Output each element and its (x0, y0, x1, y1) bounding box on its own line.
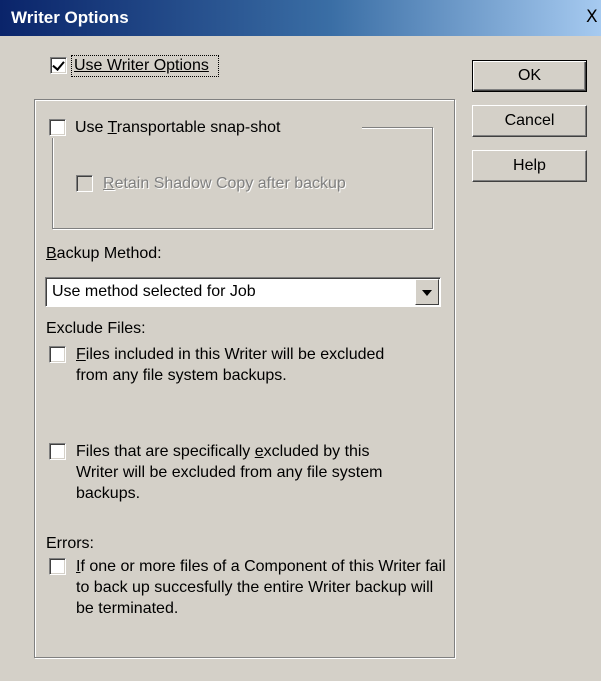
backup-method-value: Use method selected for Job (52, 283, 256, 300)
exclude-specifically-excluded-checkbox[interactable] (49, 443, 66, 460)
exclude-included-files-label[interactable]: Files included in this Writer will be ex… (76, 344, 406, 386)
window-title: Writer Options (11, 8, 129, 27)
close-button[interactable]: X (583, 4, 601, 30)
use-writer-options-checkbox[interactable] (50, 57, 67, 74)
dropdown-button[interactable] (415, 279, 439, 305)
transportable-snapshot-label[interactable]: Use Transportable snap-shot (75, 119, 280, 137)
errors-heading: Errors: (46, 535, 94, 552)
cancel-button[interactable]: Cancel (472, 105, 587, 137)
help-button[interactable]: Help (472, 150, 587, 182)
ok-button[interactable]: OK (472, 60, 587, 92)
retain-shadow-copy-label[interactable]: Retain Shadow Copy after backup (103, 175, 346, 193)
transportable-snapshot-checkbox[interactable] (49, 119, 66, 136)
exclude-included-files-checkbox[interactable] (49, 346, 66, 363)
use-writer-options-label[interactable]: Use Writer Options (74, 57, 209, 75)
terminate-on-error-label[interactable]: If one or more files of a Component of t… (76, 556, 451, 619)
exclude-files-heading: Exclude Files: (46, 320, 146, 337)
backup-method-label: Backup Method: (46, 245, 162, 262)
terminate-on-error-checkbox[interactable] (49, 558, 66, 575)
title-bar[interactable]: Writer Options X (0, 0, 601, 36)
exclude-specifically-excluded-label[interactable]: Files that are specifically excluded by … (76, 441, 391, 504)
writer-options-dialog: Writer Options X Use Writer Options OK C… (0, 0, 601, 681)
retain-shadow-copy-checkbox[interactable] (76, 175, 93, 192)
close-icon: X (586, 7, 598, 27)
backup-method-select[interactable]: Use method selected for Job (45, 277, 441, 307)
